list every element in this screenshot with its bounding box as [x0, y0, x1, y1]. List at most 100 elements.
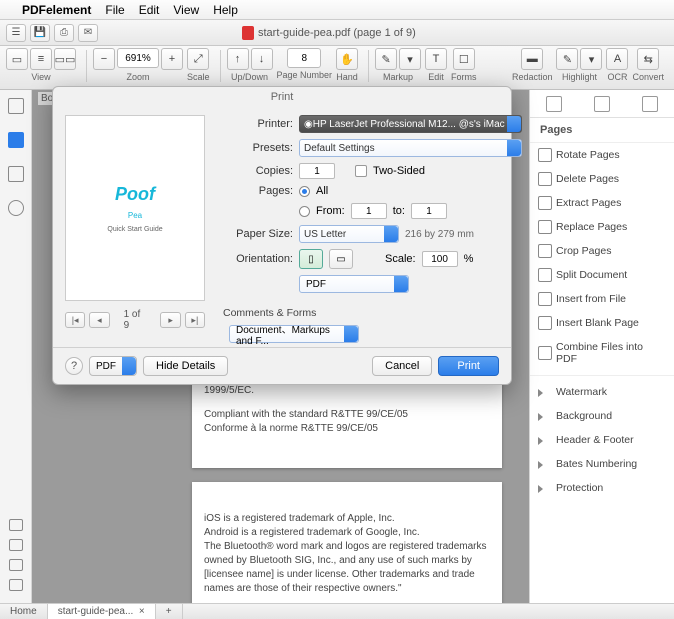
prev-page-icon[interactable]: ◂ [89, 312, 109, 328]
markup-label: Markup [383, 72, 413, 82]
watermark[interactable]: Watermark [530, 380, 674, 404]
print-button[interactable]: Print [438, 356, 499, 376]
panel-comments-icon[interactable] [594, 96, 610, 112]
rotate-pages[interactable]: Rotate Pages [530, 143, 674, 167]
document-title: start-guide-pea.pdf (page 1 of 9) [242, 26, 416, 40]
panel-pages-icon[interactable] [546, 96, 562, 112]
scale-pct: % [464, 253, 474, 265]
menu-file[interactable]: File [105, 3, 124, 17]
bates-numbering[interactable]: Bates Numbering [530, 452, 674, 476]
zoom-out-icon[interactable]: − [93, 48, 115, 70]
presets-select[interactable]: Default Settings [299, 139, 522, 157]
hand-label: Hand [336, 72, 358, 82]
page-up-icon[interactable]: ↑ [227, 48, 249, 70]
panel-layers-icon[interactable] [642, 96, 658, 112]
replace-pages[interactable]: Replace Pages [530, 215, 674, 239]
convert-label: Convert [632, 72, 664, 82]
save-icon[interactable]: 💾 [30, 24, 50, 42]
zoom-in-icon[interactable]: + [161, 48, 183, 70]
rail-extra2-icon[interactable] [9, 539, 23, 551]
print-icon[interactable]: ⎙ [54, 24, 74, 42]
printer-select[interactable]: ◉ HP LaserJet Professional M12... @s's i… [299, 115, 522, 133]
ocr-label: OCR [607, 72, 627, 82]
menu-edit[interactable]: Edit [139, 3, 160, 17]
copies-input[interactable] [299, 163, 335, 179]
pages-from-radio[interactable] [299, 206, 310, 217]
first-page-icon[interactable]: |◂ [65, 312, 85, 328]
redaction-icon[interactable]: ▬ [521, 48, 543, 70]
markup-more-icon[interactable]: ▾ [399, 48, 421, 70]
highlight-icon[interactable]: ✎ [556, 48, 578, 70]
mail-icon[interactable]: ✉ [78, 24, 98, 42]
scale-label: Scale: [385, 253, 416, 265]
forms-icon[interactable]: ☐ [453, 48, 475, 70]
view-continuous-icon[interactable]: ≡ [30, 48, 52, 70]
menu-app[interactable]: PDFelement [22, 3, 91, 17]
rail-extra3-icon[interactable] [9, 559, 23, 571]
comments-select[interactable]: Document、Markups and F... [229, 325, 359, 343]
papersize-select[interactable]: US Letter [299, 225, 399, 243]
view-facing-icon[interactable]: ▭▭ [54, 48, 76, 70]
page-number-input[interactable] [287, 48, 321, 68]
combine-files[interactable]: Combine Files into PDF [530, 335, 674, 371]
attachments-icon[interactable] [8, 166, 24, 182]
fit-icon[interactable]: ⤢ [187, 48, 209, 70]
portrait-icon[interactable]: ▯ [299, 249, 323, 269]
info-icon[interactable] [8, 200, 24, 216]
preview-sub: Pea [128, 211, 142, 220]
print-dialog: Print Poof Pea Quick Start Guide |◂ ◂ 1 … [52, 86, 512, 385]
delete-pages[interactable]: Delete Pages [530, 167, 674, 191]
bookmarks-icon[interactable] [8, 132, 24, 148]
crop-pages[interactable]: Crop Pages [530, 239, 674, 263]
zoom-label: Zoom [126, 72, 149, 82]
presets-label: Presets: [219, 142, 293, 154]
highlight-more-icon[interactable]: ▾ [580, 48, 602, 70]
pagenum-label: Page Number [277, 70, 333, 80]
zoom-input[interactable] [117, 48, 159, 68]
split-document[interactable]: Split Document [530, 263, 674, 287]
menu-view[interactable]: View [173, 3, 199, 17]
thumbnails-icon[interactable] [8, 98, 24, 114]
protection[interactable]: Protection [530, 476, 674, 500]
doc-tab[interactable]: start-guide-pea... × [48, 604, 156, 619]
mode-select[interactable]: PDF [299, 275, 409, 293]
menu-help[interactable]: Help [213, 3, 238, 17]
page-down-icon[interactable]: ↓ [251, 48, 273, 70]
comments-forms-label: Comments & Forms [223, 307, 522, 319]
markup-icon[interactable]: ✎ [375, 48, 397, 70]
pdf-dropdown[interactable]: PDF [89, 356, 137, 376]
background[interactable]: Background [530, 404, 674, 428]
landscape-icon[interactable]: ▭ [329, 249, 353, 269]
last-page-icon[interactable]: ▸| [185, 312, 205, 328]
home-tab[interactable]: Home [0, 604, 48, 619]
from-input[interactable] [351, 203, 387, 219]
scale-input[interactable] [422, 251, 458, 267]
copies-label: Copies: [219, 165, 293, 177]
extract-pages[interactable]: Extract Pages [530, 191, 674, 215]
insert-from-file[interactable]: Insert from File [530, 287, 674, 311]
help-button[interactable]: ? [65, 357, 83, 375]
header-footer[interactable]: Header & Footer [530, 428, 674, 452]
dialog-title: Print [53, 87, 511, 107]
right-panel: Pages Rotate Pages Delete Pages Extract … [529, 90, 674, 603]
view-single-icon[interactable]: ▭ [6, 48, 28, 70]
ocr-icon[interactable]: A [606, 48, 628, 70]
cancel-button[interactable]: Cancel [372, 356, 432, 376]
updown-label: Up/Down [231, 72, 268, 82]
next-page-icon[interactable]: ▸ [160, 312, 180, 328]
insert-blank-page[interactable]: Insert Blank Page [530, 311, 674, 335]
pages-all-radio[interactable] [299, 186, 310, 197]
rail-extra1-icon[interactable] [9, 519, 23, 531]
convert-icon[interactable]: ⇆ [637, 48, 659, 70]
sidebar-toggle-icon[interactable]: ☰ [6, 24, 26, 42]
hand-icon[interactable]: ✋ [336, 48, 358, 70]
rail-extra4-icon[interactable] [9, 579, 23, 591]
hide-details-button[interactable]: Hide Details [143, 356, 228, 376]
to-input[interactable] [411, 203, 447, 219]
new-tab[interactable]: + [156, 604, 183, 619]
twosided-checkbox[interactable] [355, 165, 367, 177]
edit-label: Edit [428, 72, 444, 82]
edit-icon[interactable]: T [425, 48, 447, 70]
redaction-label: Redaction [512, 72, 553, 82]
pdf-badge-icon [242, 26, 254, 40]
